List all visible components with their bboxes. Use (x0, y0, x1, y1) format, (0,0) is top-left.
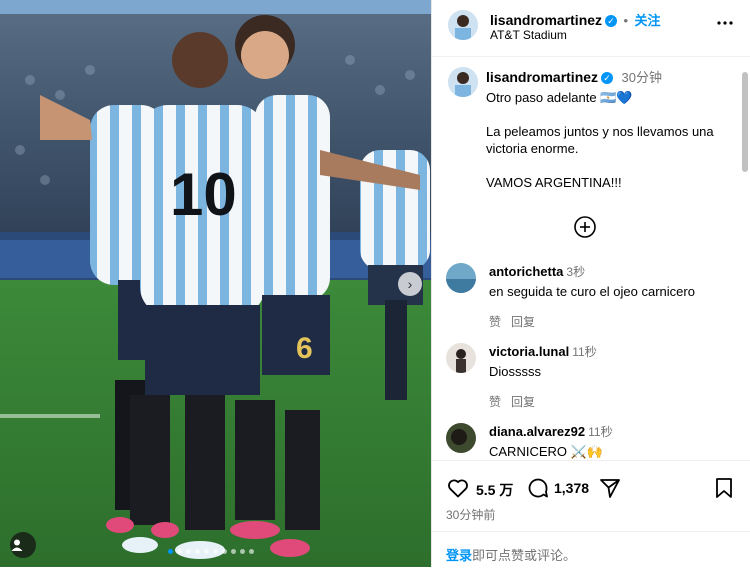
save-button[interactable] (712, 476, 736, 500)
more-options-icon (717, 21, 733, 25)
comment-button[interactable] (526, 476, 550, 500)
more-options-button[interactable] (716, 14, 734, 32)
caption-text: Otro paso adelante 🇦🇷💙 La peleamos junto… (486, 89, 726, 191)
carousel-dots (168, 549, 268, 555)
avatar-image (446, 343, 476, 373)
caption-line: Otro paso adelante 🇦🇷💙 (486, 90, 633, 105)
comment-like-button[interactable]: 赞 (489, 315, 501, 329)
plus-circle-icon (574, 216, 596, 238)
like-count[interactable]: 5.5 万 (476, 480, 513, 500)
caption-time: 30分钟 (621, 70, 662, 85)
comment-time: 3秒 (566, 265, 586, 279)
like-button[interactable] (446, 476, 470, 500)
follow-button[interactable]: 关注 (635, 13, 661, 28)
scrollbar-thumb[interactable] (742, 72, 748, 172)
post-location[interactable]: AT&T Stadium (490, 28, 567, 42)
comment-item: antorichetta 3秒 en seguida te curo el oje… (446, 263, 736, 333)
avatar-image (448, 67, 478, 97)
login-link[interactable]: 登录 (446, 548, 472, 563)
login-prompt-text: 即可点赞或评论。 (472, 548, 577, 563)
commenter-username[interactable]: antorichetta (489, 264, 563, 279)
commenter-avatar[interactable] (446, 263, 476, 293)
comment-text: CARNICERO ⚔️🙌 (489, 444, 603, 459)
commenter-avatar[interactable] (446, 343, 476, 373)
post-actions-footer: 5.5 万 1,378 30分钟前 登录即可点赞或评论。 (432, 460, 750, 568)
comment-count[interactable]: 1,378 (554, 480, 589, 496)
chevron-right-icon: › (407, 276, 413, 292)
caption-line: La peleamos juntos y nos llevamos una vi… (486, 124, 714, 156)
commenter-avatar[interactable] (446, 423, 476, 453)
post-side-panel: lisandromartinez ✓ • 关注 AT&T Stadium lisa… (431, 0, 750, 567)
avatar-image (446, 423, 476, 453)
caption-author-avatar[interactable] (448, 67, 478, 97)
avatar-image (448, 10, 478, 40)
post-header: lisandromartinez ✓ • 关注 AT&T Stadium (432, 0, 750, 57)
comments-scrollbar[interactable] (742, 60, 748, 460)
caption-line: VAMOS ARGENTINA!!! (486, 175, 622, 190)
heart-icon (448, 479, 468, 498)
comment-like-button[interactable]: 赞 (489, 395, 501, 409)
comments-scroll-area[interactable]: lisandromartinez ✓ 30分钟 Otro paso adelant… (432, 57, 740, 460)
comment-time: 11秒 (588, 425, 613, 439)
comment-text: en seguida te curo el ojeo carnicero (489, 284, 695, 299)
comment-reply-button[interactable]: 回复 (511, 395, 535, 409)
shorts-number-6: 6 (296, 332, 313, 365)
verified-badge-icon: ✓ (605, 14, 618, 27)
author-avatar[interactable] (448, 10, 478, 40)
jersey-number-10: 10 (170, 161, 237, 228)
comment-item: victoria.lunal 11秒 Diosssss 赞回复 (446, 343, 736, 413)
comment-time: 11秒 (572, 345, 597, 359)
share-button[interactable] (598, 476, 622, 500)
commenter-username[interactable]: diana.alvarez92 (489, 424, 585, 439)
avatar-image (446, 263, 476, 293)
commenter-username[interactable]: victoria.lunal (489, 344, 569, 359)
comment-item: diana.alvarez9211秒 CARNICERO ⚔️🙌 赞回复 (446, 423, 736, 460)
comment-reply-button[interactable]: 回复 (511, 315, 535, 329)
share-icon (600, 479, 620, 498)
players-celebrating-image: 10 6 (0, 0, 431, 567)
user-tag-icon (11, 539, 23, 551)
comment-bubble-icon (528, 478, 548, 498)
tagged-user-button[interactable] (10, 532, 36, 558)
login-prompt: 登录即可点赞或评论。 (446, 545, 576, 564)
post-photo: 10 6 › (0, 0, 431, 567)
next-photo-button[interactable]: › (398, 272, 422, 296)
comment-text: Diosssss (489, 364, 542, 379)
caption-username[interactable]: lisandromartinez (486, 69, 598, 85)
author-username[interactable]: lisandromartinez (490, 12, 602, 28)
post-timestamp: 30分钟前 (446, 508, 496, 522)
caption-block: lisandromartinez ✓ 30分钟 Otro paso adelant… (486, 67, 726, 208)
verified-badge-icon: ✓ (601, 71, 614, 84)
load-more-comments-button[interactable] (573, 215, 597, 239)
bookmark-icon (716, 478, 732, 498)
